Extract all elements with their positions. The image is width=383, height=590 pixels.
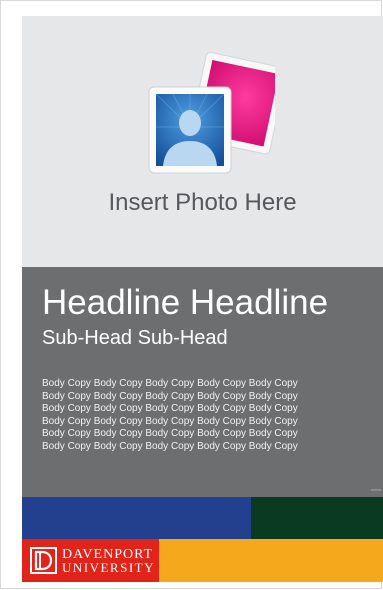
davenport-logo-icon: [30, 547, 57, 574]
photo-placeholder[interactable]: Insert Photo Here: [22, 16, 383, 267]
body-copy-line: Body Copy Body Copy Body Copy Body Copy …: [42, 390, 298, 402]
green-color-band: [251, 497, 383, 539]
photo-placeholder-icon: [148, 52, 275, 174]
blue-color-band: [22, 497, 251, 539]
university-logo: DAVENPORT UNIVERSITY: [22, 539, 159, 582]
headline[interactable]: Headline Headline: [42, 283, 328, 323]
logo-text-line2: UNIVERSITY: [62, 560, 155, 575]
body-copy[interactable]: Body Copy Body Copy Body Copy Body Copy …: [42, 378, 362, 454]
text-panel: Headline Headline Sub-Head Sub-Head Body…: [22, 267, 383, 497]
resize-handle: [371, 489, 381, 491]
body-copy-line: Body Copy Body Copy Body Copy Body Copy …: [42, 378, 298, 389]
body-copy-line: Body Copy Body Copy Body Copy Body Copy …: [42, 415, 298, 427]
photo-caption: Insert Photo Here: [108, 189, 297, 216]
body-copy-line: Body Copy Body Copy Body Copy Body Copy …: [42, 403, 298, 415]
subhead[interactable]: Sub-Head Sub-Head: [42, 326, 228, 350]
poster-canvas: Insert Photo Here Headline Headline Sub-…: [22, 16, 383, 582]
body-copy-line: Body Copy Body Copy Body Copy Body Copy …: [42, 440, 298, 452]
gold-color-band: [159, 539, 383, 582]
body-copy-line: Body Copy Body Copy Body Copy Body Copy …: [42, 428, 298, 440]
